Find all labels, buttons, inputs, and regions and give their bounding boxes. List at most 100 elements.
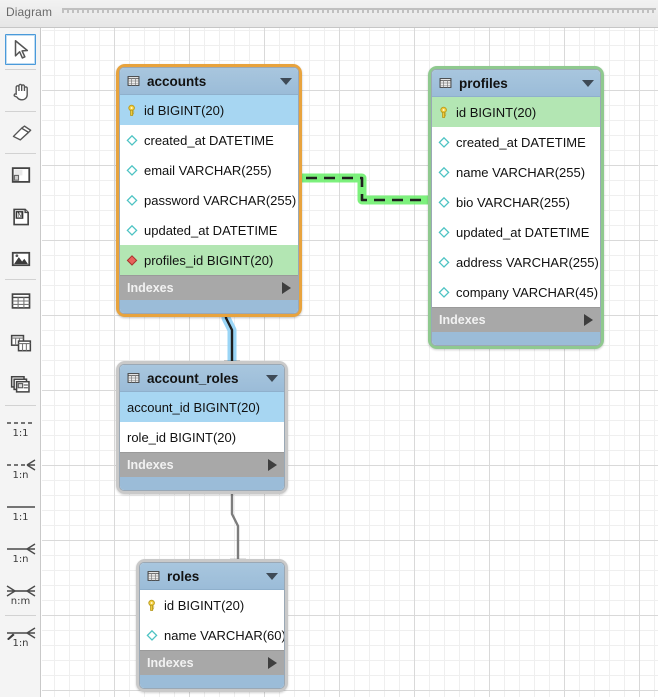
column-label: id BIGINT(20): [144, 102, 225, 118]
column-icon: [438, 286, 450, 298]
table-column-row[interactable]: updated_at DATETIME: [432, 217, 600, 247]
table-column-row[interactable]: name VARCHAR(255): [432, 157, 600, 187]
relation-tool-label: n:m: [10, 595, 31, 607]
layer-icon: [11, 167, 30, 183]
page-title: Diagram: [6, 5, 53, 19]
titlebar: Diagram: [0, 0, 658, 28]
column-label: updated_at DATETIME: [456, 224, 590, 240]
note-icon: N: [5, 202, 36, 233]
column-label: password VARCHAR(255): [144, 192, 297, 208]
table-roles[interactable]: roles id BIGINT(20) name VARCHAR(60) Indexe…: [136, 559, 288, 692]
column-label: company VARCHAR(45): [456, 284, 599, 300]
chevron-right-icon[interactable]: [268, 459, 277, 471]
table-column-row[interactable]: name VARCHAR(60): [140, 620, 284, 650]
diagram-canvas[interactable]: accounts id BIGINT(20) created_at DATETIME…: [42, 28, 658, 697]
table-name: account_roles: [147, 370, 239, 386]
column-label: bio VARCHAR(255): [456, 194, 570, 210]
column-label: id BIGINT(20): [456, 104, 537, 120]
indexes-section[interactable]: Indexes: [120, 452, 284, 477]
new-view-tool[interactable]: [0, 322, 41, 364]
table-header[interactable]: accounts: [120, 68, 298, 95]
relation-tool-label: 1:n: [12, 553, 29, 565]
table-profiles[interactable]: profiles id BIGINT(20) created_at DATETIME…: [428, 66, 604, 349]
new-routine-tool[interactable]: [0, 364, 41, 406]
table-column-row[interactable]: created_at DATETIME: [432, 127, 600, 157]
table-column-row[interactable]: password VARCHAR(255): [120, 185, 298, 215]
relation-1-1-identifying-tool[interactable]: 1:1: [0, 406, 41, 448]
eraser-tool[interactable]: [0, 112, 41, 154]
table-column-row[interactable]: profiles_id BIGINT(20): [120, 245, 298, 275]
column-icon: [126, 224, 138, 236]
column-icon: [438, 196, 450, 208]
relation-tool-label: 1:1: [12, 427, 29, 439]
indexes-label: Indexes: [439, 313, 486, 327]
relation-tool-label: 1:n: [12, 637, 29, 649]
indexes-section[interactable]: Indexes: [120, 275, 298, 300]
eraser-icon: [12, 125, 31, 141]
table-header[interactable]: roles: [140, 563, 284, 590]
column-label: address VARCHAR(255): [456, 254, 599, 270]
table-accounts[interactable]: accounts id BIGINT(20) created_at DATETIME…: [116, 64, 302, 317]
chevron-down-icon[interactable]: [266, 572, 278, 580]
relation-tool-label: 1:1: [12, 511, 29, 523]
table-column-row[interactable]: bio VARCHAR(255): [432, 187, 600, 217]
table-footer: [432, 332, 600, 345]
image-icon: [5, 244, 36, 275]
relation-1-1-non-identifying-tool[interactable]: 1:1: [0, 490, 41, 532]
table-icon: [127, 373, 140, 383]
table-body: profiles id BIGINT(20) created_at DATETIME…: [431, 69, 601, 346]
relation-pick-columns-tool[interactable]: 1:n: [0, 616, 41, 658]
ruler: [62, 8, 656, 21]
table-footer: [120, 477, 284, 490]
chevron-right-icon[interactable]: [268, 657, 277, 669]
eraser-icon: [5, 118, 36, 149]
table-column-row[interactable]: account_id BIGINT(20): [120, 392, 284, 422]
table-column-row[interactable]: updated_at DATETIME: [120, 215, 298, 245]
relation-1-n-non-identifying-tool[interactable]: 1:n: [0, 532, 41, 574]
table-column-row[interactable]: id BIGINT(20): [120, 95, 298, 125]
table-column-row[interactable]: id BIGINT(20): [432, 97, 600, 127]
table-column-row[interactable]: email VARCHAR(255): [120, 155, 298, 185]
image-tool[interactable]: [0, 238, 41, 280]
chevron-right-icon[interactable]: [584, 314, 593, 326]
left-toolbar: N 1:1 1:n 1:1 1:n n:m 1:n: [0, 28, 41, 697]
chevron-down-icon[interactable]: [582, 79, 594, 87]
table-footer: [140, 675, 284, 688]
diagram-editor-window: Diagram N 1:1 1:n 1:1 1:n n:m 1:n accoun…: [0, 0, 658, 697]
column-label: created_at DATETIME: [456, 134, 586, 150]
chevron-right-icon[interactable]: [282, 282, 291, 294]
relation-1-n-identifying-tool[interactable]: 1:n: [0, 448, 41, 490]
table-header[interactable]: account_roles: [120, 365, 284, 392]
table-account_roles[interactable]: account_roles account_id BIGINT(20) role_i…: [116, 361, 288, 494]
svg-text:N: N: [17, 211, 22, 219]
table-name: roles: [167, 568, 200, 584]
layer-tool[interactable]: [0, 154, 41, 196]
indexes-section[interactable]: Indexes: [140, 650, 284, 675]
table-icon: [147, 571, 160, 581]
cursor-icon: [14, 39, 28, 59]
primary-key-icon: [148, 599, 155, 611]
chevron-down-icon[interactable]: [280, 77, 292, 85]
table-footer: [120, 300, 298, 313]
note-tool[interactable]: N: [0, 196, 41, 238]
indexes-section[interactable]: Indexes: [432, 307, 600, 332]
primary-key-icon: [440, 106, 447, 118]
indexes-label: Indexes: [147, 656, 194, 670]
table-column-row[interactable]: id BIGINT(20): [140, 590, 284, 620]
table-column-row[interactable]: created_at DATETIME: [120, 125, 298, 155]
relation-n-m-tool[interactable]: n:m: [0, 574, 41, 616]
table-name: profiles: [459, 75, 508, 91]
pointer-tool[interactable]: [0, 28, 41, 70]
table-column-row[interactable]: address VARCHAR(255): [432, 247, 600, 277]
hand-tool[interactable]: [0, 70, 41, 112]
table-header[interactable]: profiles: [432, 70, 600, 97]
table-name: accounts: [147, 73, 207, 89]
table-column-row[interactable]: role_id BIGINT(20): [120, 422, 284, 452]
column-icon: [438, 166, 450, 178]
column-label: name VARCHAR(60): [164, 627, 285, 643]
new-table-tool[interactable]: [0, 280, 41, 322]
hand-icon: [13, 83, 28, 101]
column-label: account_id BIGINT(20): [127, 399, 260, 415]
table-column-row[interactable]: company VARCHAR(45): [432, 277, 600, 307]
chevron-down-icon[interactable]: [266, 374, 278, 382]
